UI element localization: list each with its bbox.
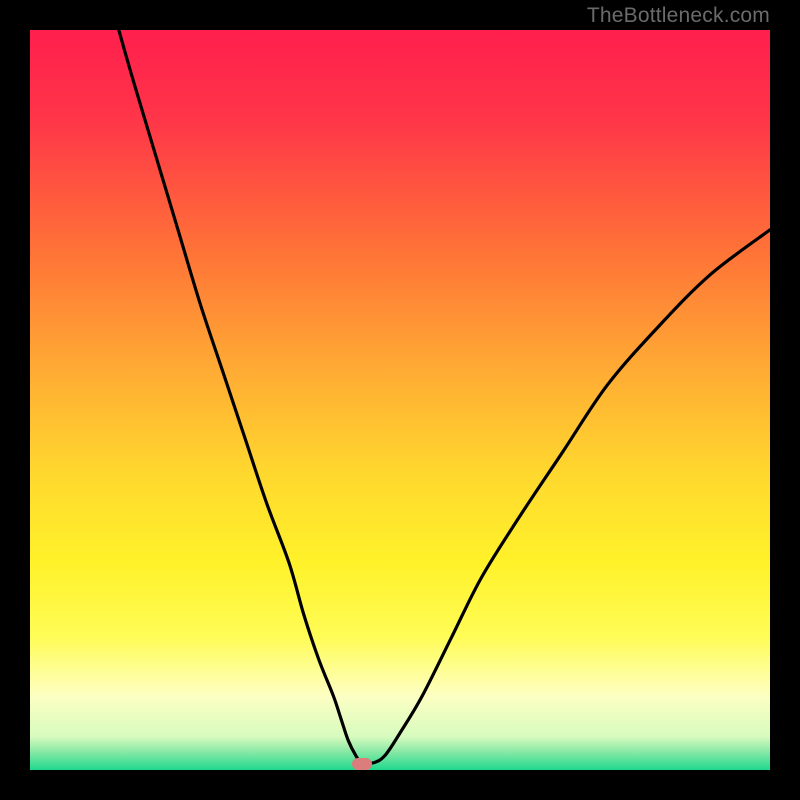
bottleneck-curve — [30, 30, 770, 770]
chart-plot-area — [30, 30, 770, 770]
minimum-marker — [352, 758, 372, 770]
watermark-text: TheBottleneck.com — [587, 4, 770, 28]
